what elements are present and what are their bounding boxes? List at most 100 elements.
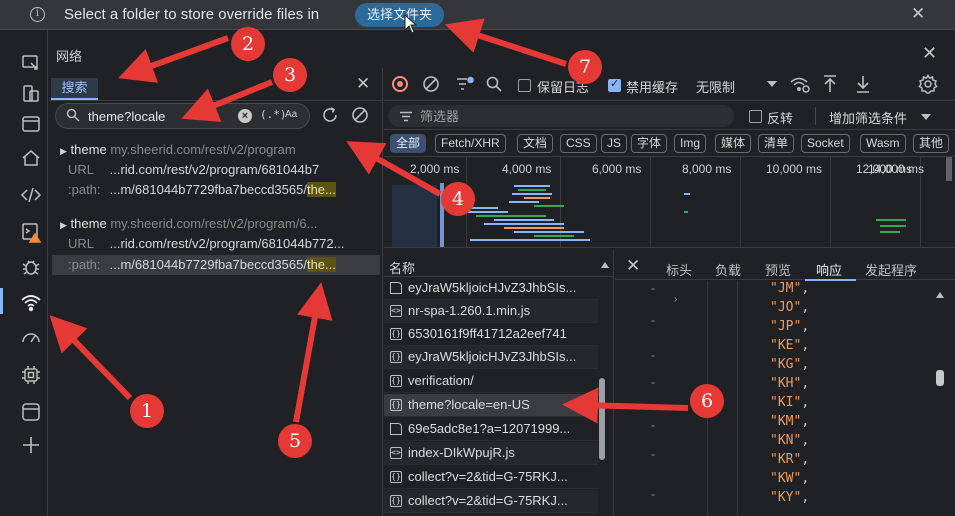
screenshot-icon[interactable] [20, 52, 42, 74]
tab-headers[interactable]: 标头 [666, 260, 692, 279]
response-comma: , [801, 357, 810, 372]
cpu-icon[interactable] [20, 364, 42, 386]
response-value: "JP" [770, 319, 802, 334]
request-row[interactable]: {} 6530161f9ff41712a2eef741 [384, 323, 598, 346]
response-value: "KW" [770, 471, 802, 486]
type-filter-doc[interactable]: 文档 [517, 134, 554, 153]
console-icon[interactable] [20, 221, 42, 243]
scroll-up-icon[interactable] [935, 291, 945, 299]
filter-divider [815, 107, 816, 125]
more-filters-button[interactable]: 增加筛选条件 [829, 108, 907, 127]
tab-initiator[interactable]: 发起程序 [865, 260, 917, 279]
search-close-icon[interactable]: ✕ [356, 74, 370, 94]
import-icon[interactable] [822, 74, 838, 94]
select-folder-button[interactable]: 选择文件夹 [355, 3, 445, 27]
line-marker: - [651, 487, 655, 501]
refresh-icon[interactable] [320, 105, 340, 125]
type-filter-wasm[interactable]: Wasm [860, 134, 906, 153]
sort-up-icon[interactable] [600, 261, 610, 269]
filter-input[interactable] [420, 107, 720, 125]
invert-checkbox[interactable] [749, 110, 762, 123]
regex-toggle[interactable]: (.*) [260, 108, 287, 121]
response-line: "KH", [770, 376, 809, 391]
response-line: "KM", [770, 414, 809, 429]
match-case-toggle[interactable]: Aa [285, 109, 297, 120]
wifi-network-icon[interactable] [20, 291, 42, 313]
code-icon[interactable] [20, 184, 42, 206]
device-toggle-icon[interactable] [20, 83, 42, 105]
type-filter-all[interactable]: 全部 [390, 134, 427, 153]
throttle-select[interactable]: 无限制 [696, 77, 735, 96]
line-marker: - [651, 313, 655, 327]
request-name: 6530161f9ff41712a2eef741 [408, 326, 567, 341]
fold-chevron-icon[interactable]: › [674, 294, 677, 305]
export-icon[interactable] [855, 74, 871, 94]
search-input[interactable] [88, 106, 233, 126]
record-icon[interactable] [392, 76, 408, 92]
type-filter-font[interactable]: 字体 [631, 134, 668, 153]
name-column-header[interactable]: 名称 [389, 258, 415, 277]
type-filter-fetch-xhr[interactable]: Fetch/XHR [435, 134, 506, 153]
network-conditions-icon[interactable] [789, 74, 811, 94]
tab-response[interactable]: 响应 [816, 260, 842, 279]
response-scrollbar[interactable] [936, 370, 944, 386]
panel-close-icon[interactable]: ✕ [922, 43, 937, 64]
clear-results-icon[interactable] [350, 105, 370, 125]
tab-preview[interactable]: 预览 [765, 260, 791, 279]
filter-settings-icon[interactable] [455, 75, 475, 93]
chevron-down-icon[interactable] [920, 113, 932, 121]
request-row[interactable]: {} collect?v=2&tid=G-75RKJ... [384, 490, 598, 513]
disable-cache-checkbox[interactable] [608, 77, 621, 92]
window-icon[interactable] [20, 113, 42, 135]
response-comma: , [801, 338, 810, 353]
tab-payload[interactable]: 负载 [715, 260, 741, 279]
match-key: URL [68, 236, 95, 251]
request-row[interactable]: {} eyJraW5kljoicHJvZ3JhbSIs... [384, 346, 598, 369]
search-result-match[interactable]: :path: ...m/681044b7729fba7beccd3565/the… [60, 180, 380, 200]
search-result-file[interactable]: ▶ theme my.sheerid.com/rest/v2/program/6… [60, 214, 380, 234]
request-list-scrollbar[interactable] [599, 378, 605, 460]
response-comma: , [801, 490, 810, 505]
type-filter-media[interactable]: 媒体 [715, 134, 752, 153]
match-value: ...m/681044b7729fba7beccd3565/ [109, 257, 307, 272]
home-icon[interactable] [20, 147, 42, 169]
type-filter-socket[interactable]: Socket [801, 134, 850, 153]
request-row[interactable]: <> index-DIkWpujR.js [384, 442, 598, 465]
preserve-log-checkbox[interactable] [518, 79, 531, 92]
search-result-match[interactable]: URL ...rid.com/rest/v2/program/681044b7 [60, 160, 380, 180]
request-row-selected[interactable]: {} theme?locale=en-US [384, 394, 598, 417]
request-row[interactable]: <> nr-spa-1.260.1.min.js [384, 300, 598, 323]
bug-icon[interactable] [20, 256, 42, 278]
search-result-match-selected[interactable]: :path: ...m/681044b7729fba7beccd3565/the… [52, 255, 380, 275]
annotation-badge-7: 7 [568, 50, 602, 84]
panel-icon[interactable] [20, 401, 42, 423]
search-result-match[interactable]: URL ...rid.com/rest/v2/program/681044b77… [60, 234, 380, 254]
search-icon[interactable] [486, 76, 502, 92]
plus-icon[interactable] [20, 434, 42, 456]
search-result-file[interactable]: ▶ theme my.sheerid.com/rest/v2/program [60, 140, 380, 160]
detail-close-icon[interactable]: ✕ [626, 256, 640, 276]
gear-icon[interactable] [918, 74, 938, 94]
tab-search[interactable]: 搜索 [51, 78, 98, 100]
infobar-close-icon[interactable]: ✕ [911, 4, 925, 24]
gauge-icon[interactable] [20, 327, 42, 349]
result-host: my.sheerid.com/rest/v2/program/6... [110, 216, 318, 231]
request-row[interactable]: eyJraW5kljoicHJvZ3JhbSIs... [384, 277, 598, 300]
type-filter-other[interactable]: 其他 [913, 134, 950, 153]
chevron-down-icon[interactable] [766, 80, 778, 88]
type-filter-js[interactable]: JS [601, 134, 628, 153]
request-name: theme?locale=en-US [408, 397, 530, 412]
request-row[interactable]: 69e5adc8e1?a=12071999... [384, 418, 598, 441]
type-filter-manifest[interactable]: 清单 [758, 134, 795, 153]
clear-icon[interactable] [422, 75, 440, 93]
script-icon: <> [390, 447, 402, 459]
search-tabs-divider [49, 100, 383, 101]
fetch-icon: {} [390, 495, 402, 507]
line-marker: - [651, 447, 655, 461]
type-filter-img[interactable]: Img [674, 134, 707, 153]
clear-search-icon[interactable]: × [238, 109, 252, 123]
request-row[interactable]: {} collect?v=2&tid=G-75RKJ... [384, 466, 598, 489]
line-marker: - [651, 418, 655, 432]
type-filter-css[interactable]: CSS [560, 134, 597, 153]
request-row[interactable]: {} verification/ [384, 370, 598, 393]
